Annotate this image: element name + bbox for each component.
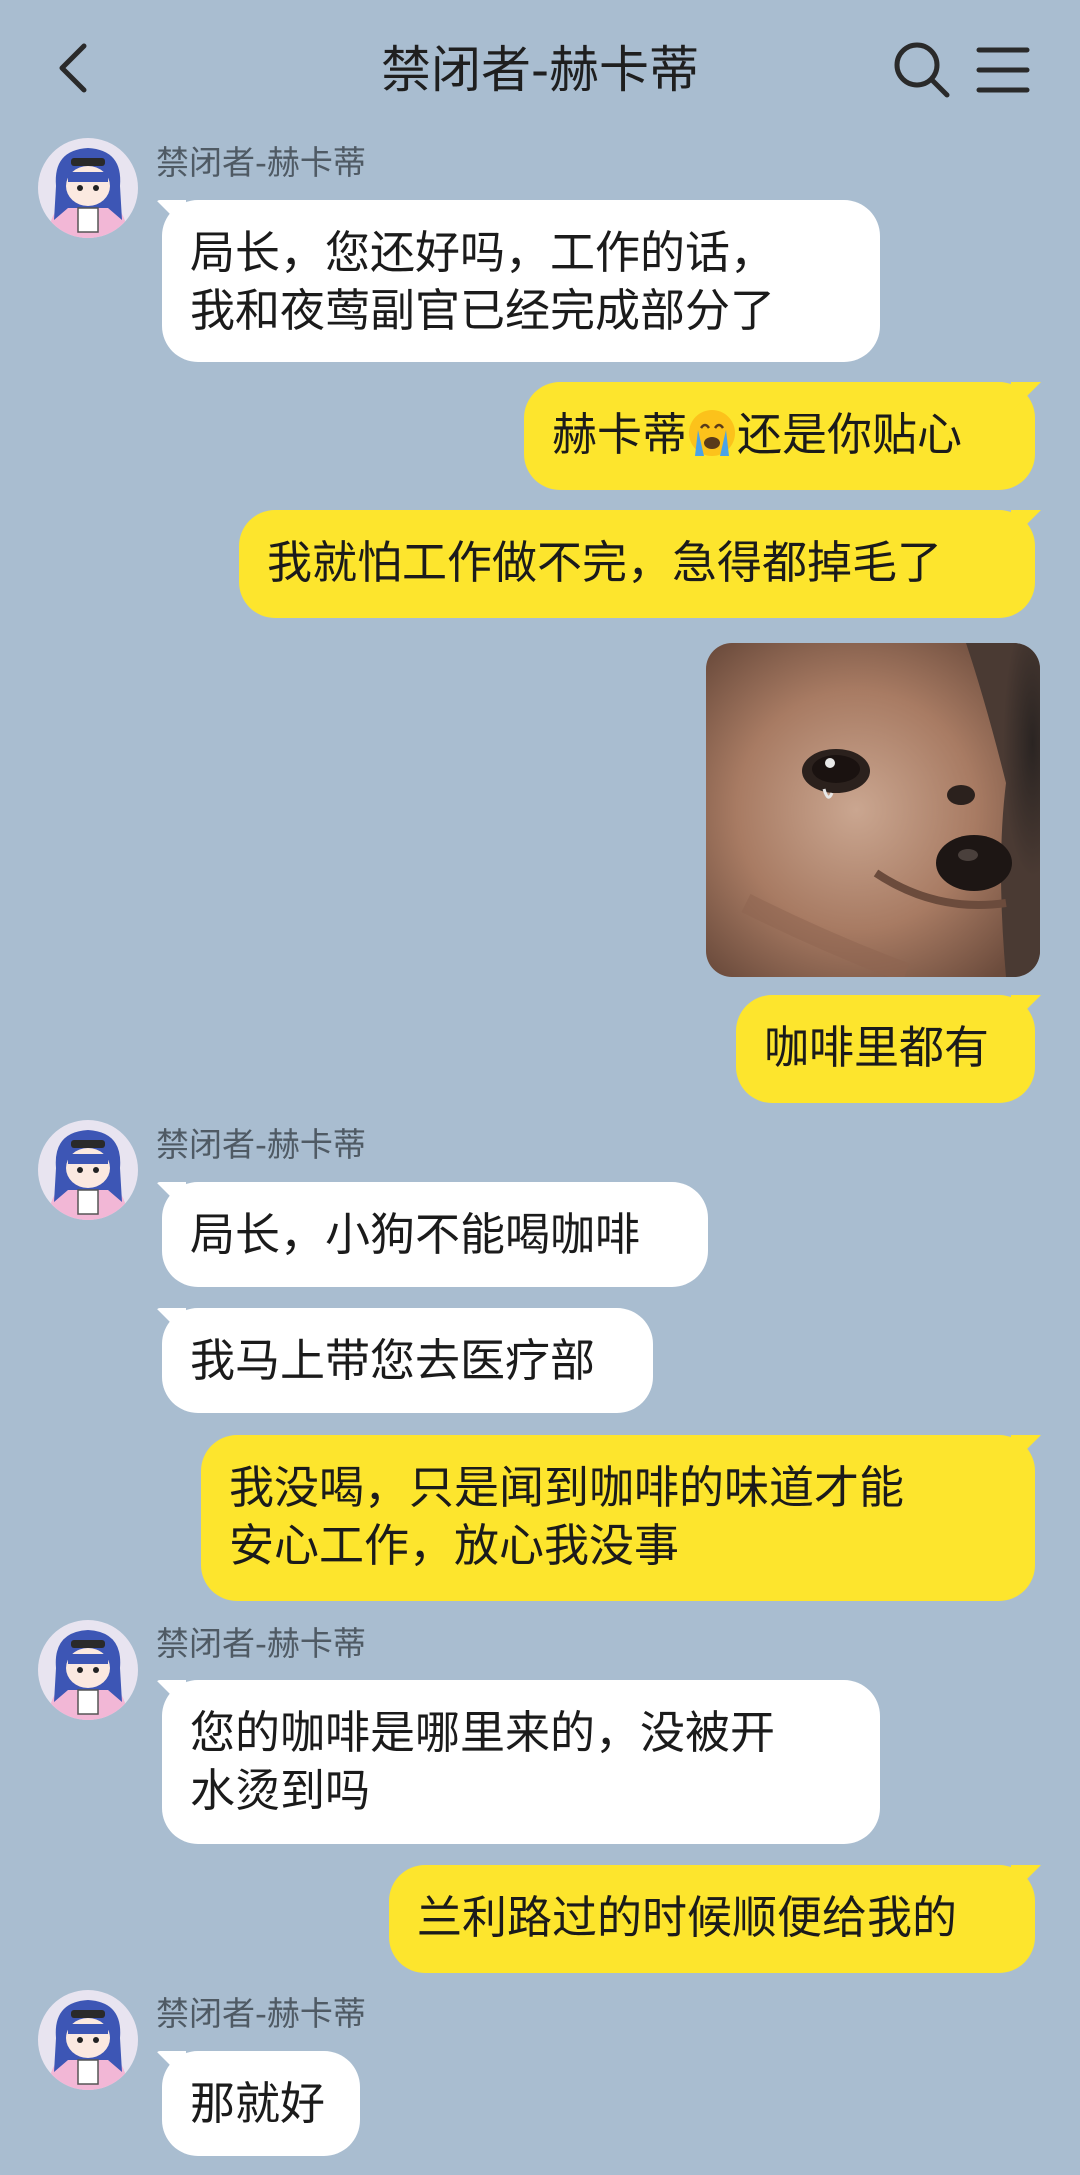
avatar[interactable]	[38, 138, 138, 238]
sender-name: 禁闭者-赫卡蒂	[156, 143, 366, 182]
outgoing-message-bubble[interactable]: 我没喝，只是闻到咖啡的味道才能 安心工作，放心我没事	[201, 1435, 1035, 1601]
message-text: 我马上带您去医疗部	[190, 1334, 596, 1387]
message-text: 咖啡里都有	[764, 1021, 990, 1074]
sender-name: 禁闭者-赫卡蒂	[156, 1994, 366, 2033]
message-text: 那就好	[190, 2077, 326, 2130]
outgoing-message-bubble[interactable]: 我就怕工作做不完，急得都掉毛了	[239, 510, 1035, 618]
character-avatar-icon	[38, 138, 138, 238]
message-text: 赫卡蒂	[552, 408, 688, 461]
avatar[interactable]	[38, 1620, 138, 1720]
incoming-message-bubble[interactable]: 您的咖啡是哪里来的，没被开 水烫到吗	[162, 1680, 880, 1844]
message-text-line: 您的咖啡是哪里来的，没被开	[190, 1706, 776, 1759]
loudly-crying-face-icon	[689, 410, 736, 456]
sender-name: 禁闭者-赫卡蒂	[156, 1125, 366, 1164]
message-text: 兰利路过的时候顺便给我的	[417, 1891, 958, 1944]
incoming-message-bubble[interactable]: 局长，您还好吗，工作的话， 我和夜莺副官已经完成部分了	[162, 200, 880, 362]
character-avatar-icon	[38, 1620, 138, 1720]
search-icon	[894, 42, 950, 98]
avatar[interactable]	[38, 1990, 138, 2090]
incoming-message-bubble[interactable]: 我马上带您去医疗部	[162, 1308, 653, 1413]
menu-icon	[976, 47, 1030, 93]
menu-button[interactable]	[975, 42, 1031, 98]
outgoing-message-bubble[interactable]: 兰利路过的时候顺便给我的	[389, 1865, 1035, 1973]
character-avatar-icon	[38, 1990, 138, 2090]
message-text-line: 我没喝，只是闻到咖啡的味道才能	[229, 1461, 905, 1514]
crying-chihuahua-photo[interactable]	[706, 643, 1040, 977]
message-text: 我就怕工作做不完，急得都掉毛了	[267, 536, 943, 589]
message-text-line: 我和夜莺副官已经完成部分了	[190, 284, 776, 337]
outgoing-message-bubble[interactable]: 赫卡蒂 还是你贴心	[524, 382, 1035, 490]
message-text-line: 水烫到吗	[190, 1764, 371, 1817]
search-button[interactable]	[892, 40, 952, 100]
crying-chihuahua-image	[706, 643, 1040, 977]
message-text: 还是你贴心	[737, 408, 963, 461]
incoming-message-bubble[interactable]: 那就好	[162, 2051, 360, 2156]
avatar[interactable]	[38, 1120, 138, 1220]
message-text: 局长，小狗不能喝咖啡	[190, 1208, 641, 1261]
chat-header: 禁闭者-赫卡蒂	[0, 0, 1080, 140]
character-avatar-icon	[38, 1120, 138, 1220]
message-text-line: 局长，您还好吗，工作的话，	[190, 226, 776, 279]
outgoing-message-bubble[interactable]: 咖啡里都有	[736, 995, 1035, 1103]
sender-name: 禁闭者-赫卡蒂	[156, 1624, 366, 1663]
incoming-message-bubble[interactable]: 局长，小狗不能喝咖啡	[162, 1182, 708, 1287]
message-text-line: 安心工作，放心我没事	[229, 1519, 680, 1572]
